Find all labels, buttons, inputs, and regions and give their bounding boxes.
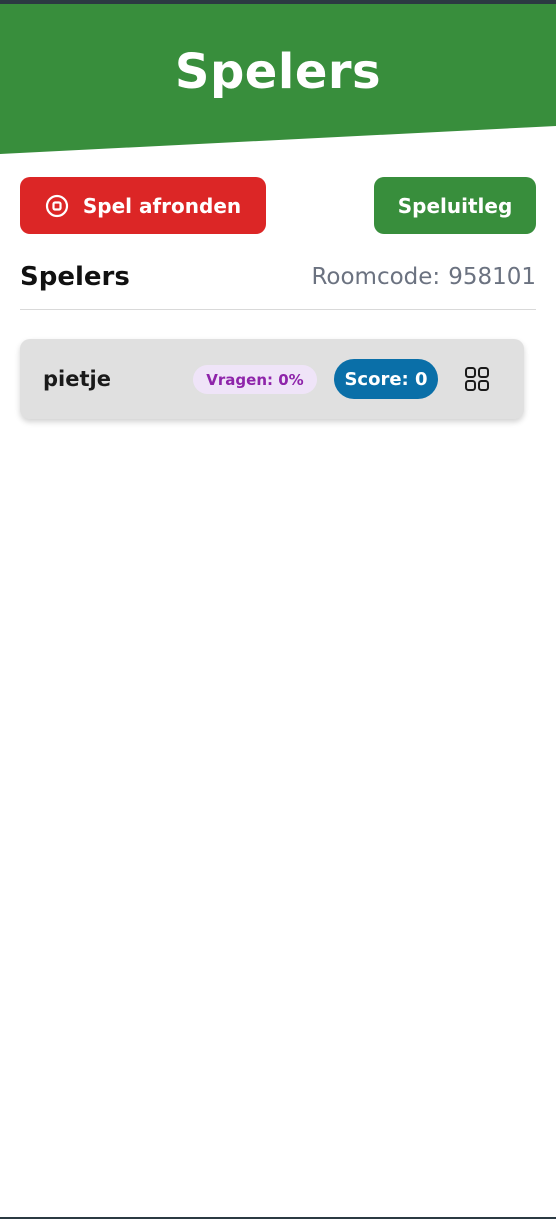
finish-game-label: Spel afronden [82,193,242,218]
player-name: pietje [43,367,111,391]
grid-icon[interactable] [464,366,490,392]
stop-circle-icon [45,194,68,217]
page-header: Spelers [0,4,556,156]
questions-progress-badge: Vragen: 0% [193,365,317,394]
score-badge: Score: 0 [334,359,438,399]
players-section-title: Spelers [20,262,130,292]
page-title: Spelers [174,44,382,100]
section-divider [20,309,536,310]
game-explanation-label: Speluitleg [397,193,513,218]
roomcode-label: Roomcode: [311,264,441,290]
player-card: pietje Vragen: 0% Score: 0 [20,339,524,419]
roomcode: Roomcode: 958101 [311,264,536,290]
roomcode-value: 958101 [448,264,536,290]
game-explanation-button[interactable]: Speluitleg [374,177,536,234]
finish-game-button[interactable]: Spel afronden [20,177,266,234]
